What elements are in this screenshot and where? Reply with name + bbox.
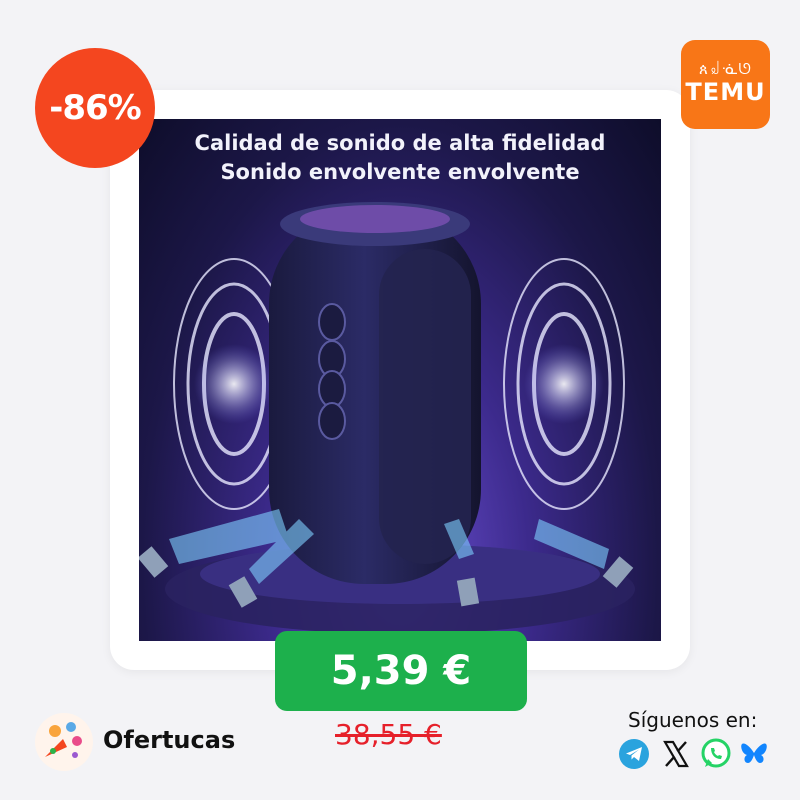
discount-badge: -86% bbox=[35, 48, 155, 168]
brand-name: Ofertucas bbox=[103, 726, 236, 754]
product-headline-line2: Sonido envolvente envolvente bbox=[220, 160, 580, 184]
bluesky-icon[interactable] bbox=[738, 738, 770, 770]
whatsapp-icon[interactable] bbox=[700, 738, 732, 770]
product-image[interactable]: Calidad de sonido de alta fidelidad Soni… bbox=[139, 119, 661, 641]
original-price: 38,55 € bbox=[335, 718, 442, 751]
telegram-icon[interactable] bbox=[618, 738, 650, 770]
speaker-illustration bbox=[139, 202, 635, 634]
store-logo-glyphs: ጰ꒻ᓍᘎ bbox=[699, 60, 752, 78]
follow-label: Síguenos en: bbox=[628, 708, 758, 732]
current-price: 5,39 € bbox=[275, 631, 527, 711]
x-icon[interactable] bbox=[660, 738, 692, 770]
store-logo[interactable]: ጰ꒻ᓍᘎ TEMU bbox=[681, 40, 770, 129]
brand-logo-icon bbox=[35, 713, 93, 771]
product-headline-line1: Calidad de sonido de alta fidelidad bbox=[194, 131, 606, 155]
store-name: TEMU bbox=[685, 78, 766, 106]
